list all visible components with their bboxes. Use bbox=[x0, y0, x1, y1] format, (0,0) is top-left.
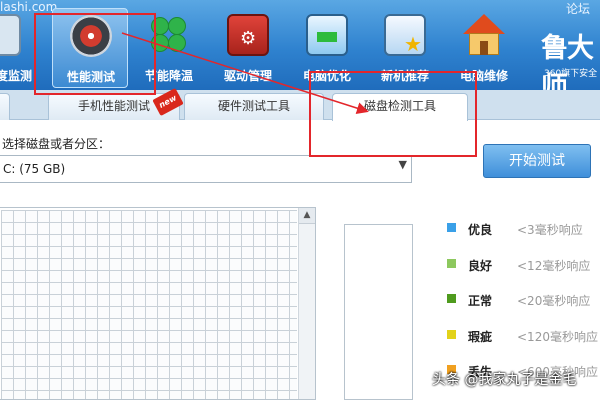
nav-energy-saving[interactable]: 节能降温 bbox=[131, 8, 207, 88]
tab-hardware-test-tools[interactable]: 硬件测试工具 bbox=[184, 93, 324, 120]
nav-label: 电脑优化 bbox=[302, 69, 351, 83]
clover-icon bbox=[148, 14, 190, 56]
nav-driver-management[interactable]: 驱动管理 bbox=[210, 8, 286, 88]
tab-hidden-left[interactable] bbox=[0, 93, 10, 120]
legend-name: 瑕疵 bbox=[468, 330, 493, 344]
nav-pc-optimize[interactable]: 电脑优化 bbox=[289, 8, 365, 88]
legend-swatch bbox=[447, 294, 456, 303]
grid-scrollbar[interactable]: ▲ bbox=[298, 208, 315, 399]
legend-desc: <120毫秒响应 bbox=[517, 330, 598, 344]
nav-temperature-monitor[interactable]: 度监测 bbox=[0, 8, 38, 88]
top-header: lashi.com 论坛 鲁大师 360旗下安全 度监测 性能测试 节能降温 驱… bbox=[0, 0, 600, 103]
legend-desc: <3毫秒响应 bbox=[517, 223, 583, 237]
legend-swatch bbox=[447, 259, 456, 268]
sector-cells bbox=[1, 210, 297, 399]
nav-new-pc-recommend[interactable]: 新机推荐 bbox=[367, 8, 443, 88]
temperature-monitor-icon bbox=[0, 14, 21, 56]
selected-partition: C: (75 GB) bbox=[3, 162, 66, 176]
nav-label: 新机推荐 bbox=[380, 69, 429, 83]
legend-desc: <12毫秒响应 bbox=[517, 259, 591, 273]
start-test-button[interactable]: 开始测试 bbox=[483, 144, 591, 178]
speedometer-icon bbox=[70, 15, 112, 57]
disk-partition-dropdown[interactable]: C: (75 GB) ▼ bbox=[0, 155, 412, 183]
scroll-up-arrow-icon[interactable]: ▲ bbox=[299, 208, 315, 224]
legend-name: 正常 bbox=[468, 294, 493, 308]
legend-name: 优良 bbox=[468, 223, 493, 237]
monitor-optimize-icon bbox=[306, 14, 348, 56]
watermark: 头条 @我家丸子是金毛 bbox=[432, 372, 577, 388]
disk-info-panel bbox=[344, 224, 413, 400]
legend-desc: <20毫秒响应 bbox=[517, 294, 591, 308]
nav-pc-repair[interactable]: 电脑维修 bbox=[446, 8, 522, 88]
legend-swatch bbox=[447, 330, 456, 339]
nav-label: 电脑维修 bbox=[459, 69, 508, 83]
monitor-award-icon bbox=[384, 14, 426, 56]
legend-swatch bbox=[447, 223, 456, 232]
disk-sector-grid: ▲ bbox=[0, 207, 316, 400]
legend-name: 良好 bbox=[468, 259, 493, 273]
forum-link[interactable]: 论坛 bbox=[566, 0, 590, 17]
house-icon bbox=[463, 14, 505, 56]
tool-tab-bar: 手机性能测试 硬件测试工具 磁盘检测工具 bbox=[0, 90, 600, 121]
disk-select-label: 选择磁盘或者分区： bbox=[2, 137, 111, 151]
tab-disk-check-tools[interactable]: 磁盘检测工具 bbox=[332, 93, 468, 121]
nav-label: 度监测 bbox=[0, 69, 32, 83]
nav-label: 节能降温 bbox=[144, 69, 193, 83]
brand-subtitle: 360旗下安全 bbox=[544, 69, 598, 79]
nav-label: 性能测试 bbox=[66, 70, 115, 84]
nav-performance-test[interactable]: 性能测试 bbox=[52, 8, 128, 88]
nav-label: 驱动管理 bbox=[223, 69, 272, 83]
chevron-down-icon: ▼ bbox=[398, 158, 407, 171]
toolbox-gear-icon bbox=[227, 14, 269, 56]
